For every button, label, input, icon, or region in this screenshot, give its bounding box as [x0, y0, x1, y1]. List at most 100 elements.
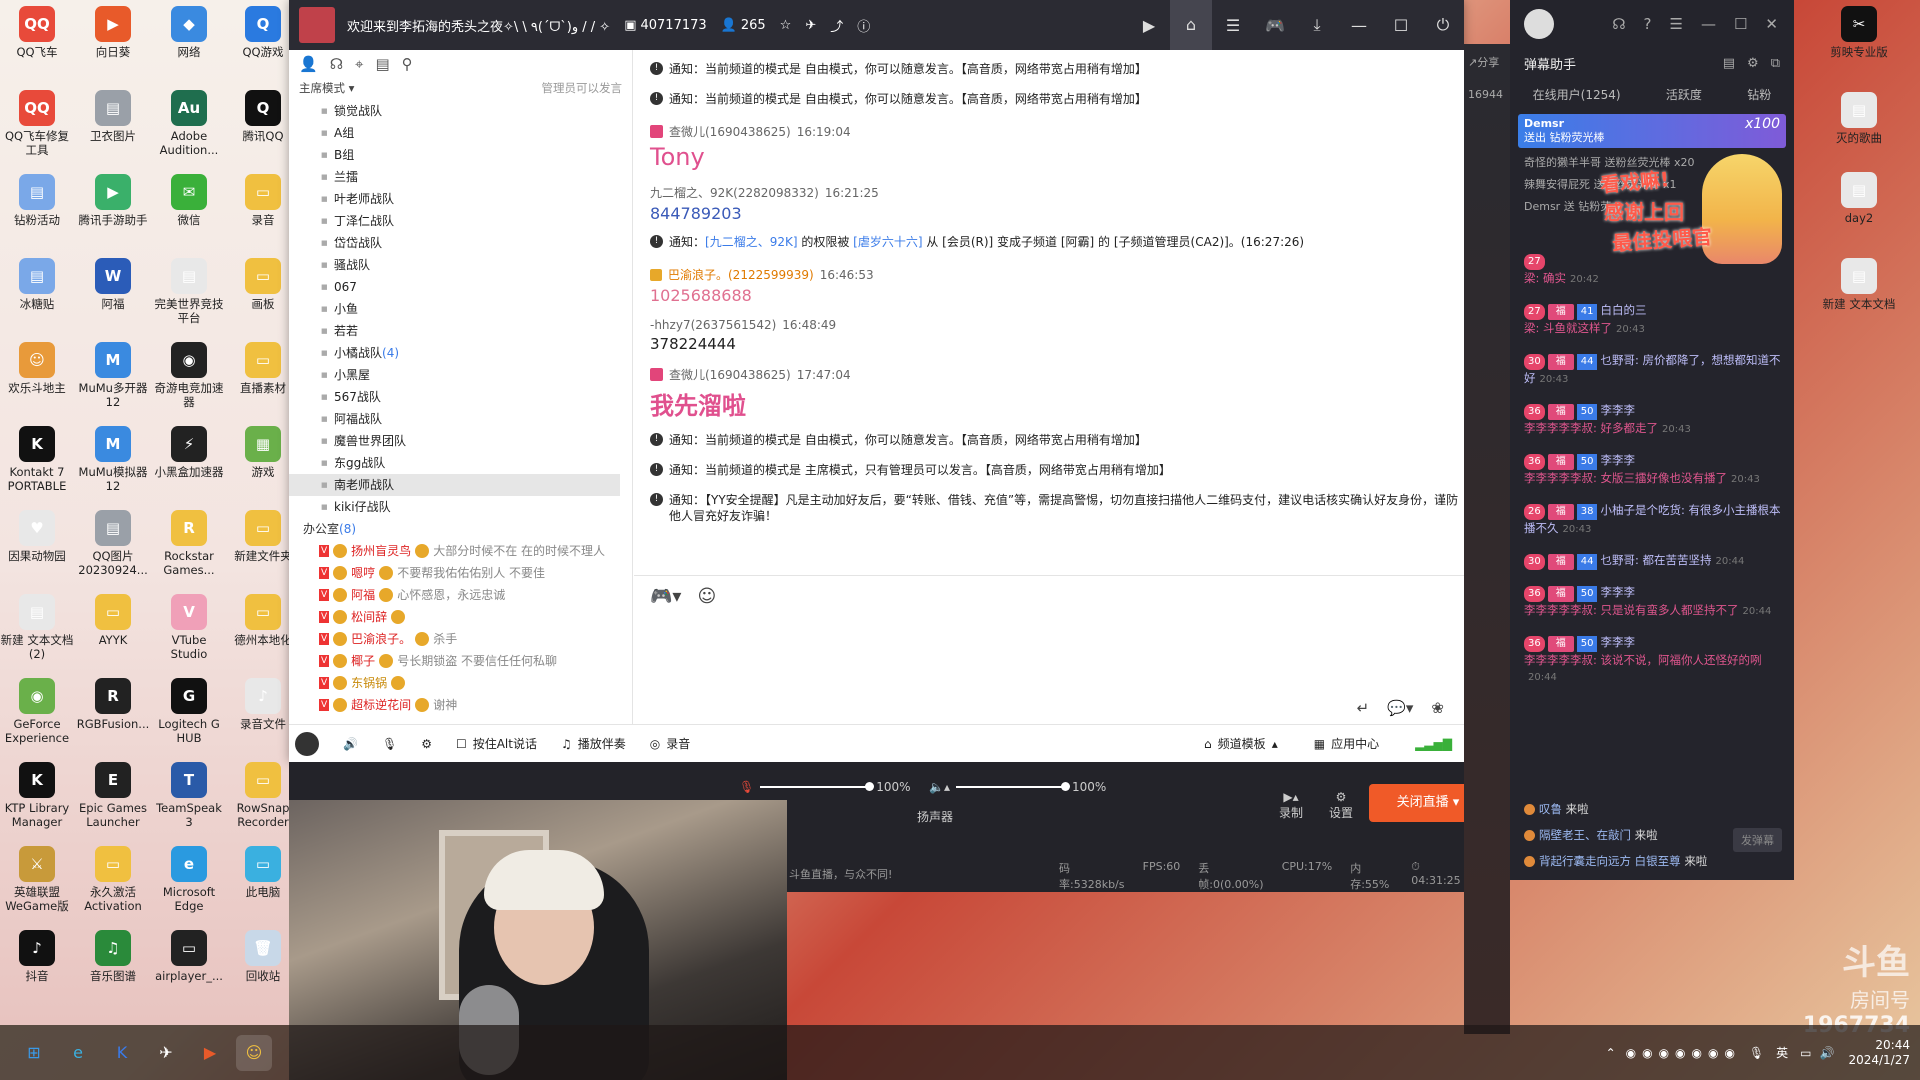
help-icon[interactable]: ? [1644, 15, 1652, 33]
channel-item[interactable]: 魔兽世界团队 [289, 430, 632, 452]
minimize-icon[interactable]: — [1701, 15, 1716, 33]
desktop-icon[interactable]: ⚔ 英雄联盟WeGame版 [0, 846, 74, 913]
desktop-icon[interactable]: ▤ 钻粉活动 [0, 174, 74, 227]
clock[interactable]: 20:44 2024/1/27 [1848, 1038, 1910, 1068]
yy-icon[interactable]: ☺ [236, 1034, 272, 1071]
desktop-icon[interactable]: T TeamSpeak 3 [152, 762, 226, 829]
record-button[interactable]: ◎ 录音 [650, 735, 691, 752]
desktop-icon[interactable]: ♥ 因果动物园 [0, 510, 74, 563]
channel-item[interactable]: kiki仔战队 [289, 496, 632, 518]
home-icon[interactable]: ⌂ [1170, 0, 1212, 50]
danmu-user[interactable]: 白白的三 [1600, 303, 1646, 317]
plane-icon[interactable]: ✈ [805, 18, 816, 33]
enter-user[interactable]: 背起行囊走向远方 白银至尊 [1539, 854, 1684, 868]
desktop-icon[interactable]: ◉ 奇游电竞加速器 [152, 342, 226, 409]
channel-item[interactable]: A组 [289, 122, 632, 144]
desktop-icon[interactable]: ◆ 网络 [152, 6, 226, 59]
user-item[interactable]: V 巴渝浪子。 杀手 [289, 628, 632, 650]
channel-item[interactable]: 骚战队 [289, 254, 632, 276]
channel-item[interactable]: 锁觉战队 [289, 100, 632, 122]
enter-icon[interactable]: ↵ [1357, 699, 1370, 717]
mic-volume-slider[interactable] [760, 782, 875, 791]
channel-item[interactable]: 南老师战队 [289, 474, 620, 496]
user-item[interactable]: V 阿福 心怀感恩，永远忠诚 [289, 584, 632, 606]
video-icon[interactable]: ▶ [1128, 16, 1170, 35]
close-icon[interactable]: ✕ [1765, 15, 1778, 33]
ime-indicator[interactable]: 英 [1776, 1044, 1788, 1061]
channel-item[interactable]: 小黑屋 [289, 364, 632, 386]
desktop-icon[interactable]: R Rockstar Games... [152, 510, 226, 577]
desktop-icon[interactable]: ✉ 微信 [152, 174, 226, 227]
volume-icon[interactable]: 🔊 [1820, 1046, 1835, 1060]
danmu-user[interactable]: 李李李 [1600, 453, 1635, 467]
desktop-icon[interactable]: G Logitech G HUB [152, 678, 226, 745]
app-center-button[interactable]: ▦ 应用中心 [1314, 735, 1379, 752]
download-icon[interactable]: ⤓ [1296, 15, 1338, 35]
danmu-avatar[interactable] [1524, 9, 1554, 39]
start-icon[interactable]: ⊞ [16, 1035, 52, 1071]
desktop-icon[interactable]: Au Adobe Audition... [152, 90, 226, 157]
danmu-user[interactable]: 李李李 [1600, 403, 1635, 417]
channel-item[interactable]: 567战队 [289, 386, 632, 408]
channel-item[interactable]: 岱岱战队 [289, 232, 632, 254]
danmu-tab[interactable]: 钻粉 [1747, 86, 1771, 103]
danmu-user[interactable]: 李李李 [1600, 585, 1635, 599]
info-icon[interactable]: ⓘ [857, 16, 870, 35]
desktop-icon[interactable]: ✂ 剪映专业版 [1822, 6, 1896, 59]
favorite-icon[interactable]: ☆ [780, 18, 792, 33]
tray-app-icons[interactable]: ◉◉◉◉◉◉◉ [1626, 1046, 1741, 1060]
channel-item[interactable]: B组 [289, 144, 632, 166]
mixer-icon[interactable]: ⚙ [421, 737, 432, 751]
emoji-gamepad-icon[interactable]: 🎮▾ [650, 586, 681, 607]
bubble-icon[interactable]: 💬▾ [1387, 699, 1413, 717]
minimize-icon[interactable]: — [1338, 16, 1380, 35]
desktop-icon[interactable]: ▤ day2 [1822, 172, 1896, 225]
desktop-icon[interactable]: K KTP Library Manager [0, 762, 74, 829]
maximize-icon[interactable]: ☐ [1380, 16, 1422, 35]
network-icon[interactable]: ▭ [1800, 1046, 1811, 1060]
edge-icon[interactable]: e [60, 1035, 96, 1071]
share-icon[interactable]: ⤴ [830, 16, 843, 35]
desktop-icon[interactable]: M MuMu多开器12 [76, 342, 150, 409]
send-danmu-button[interactable]: 发弹幕 [1733, 828, 1782, 852]
plane-icon[interactable]: ✈ [148, 1035, 184, 1071]
power-icon[interactable]: ⏻ [1422, 15, 1464, 35]
enter-user[interactable]: 叹鲁 [1539, 802, 1566, 816]
channel-item[interactable]: 叶老师战队 [289, 188, 632, 210]
desktop-icon[interactable]: ▭ airplayer_... [152, 930, 226, 983]
channel-item[interactable]: 若若 [289, 320, 632, 342]
desktop-icon[interactable]: QQ QQ飞车修复工具 [0, 90, 74, 157]
desktop-icon[interactable]: ⚡ 小黑盒加速器 [152, 426, 226, 479]
flower-icon[interactable]: ❀ [1431, 699, 1444, 717]
desktop-icon[interactable]: ▤ 新建 文本文档 (2) [0, 594, 74, 661]
headset-icon[interactable]: ☊ [1612, 15, 1625, 33]
member-icon[interactable]: 👤 [299, 55, 318, 73]
message-sender[interactable]: 查微儿(1690438625) [669, 123, 791, 140]
danmu-user[interactable]: 乜野哥: 都在苦苦坚持 [1600, 553, 1711, 567]
channel-item[interactable]: 小鱼 [289, 298, 632, 320]
desktop-icon[interactable]: ▤ 完美世界竞技平台 [152, 258, 226, 325]
desktop-icon[interactable]: ▤ 冰糖贴 [0, 258, 74, 311]
office-channel[interactable]: 办公室(8) [289, 518, 632, 540]
desktop-icon[interactable]: ▤ QQ图片20230924... [76, 510, 150, 577]
channel-item[interactable]: 小橘战队(4) [289, 342, 632, 364]
danmu-tab[interactable]: 在线用户(1254) [1533, 86, 1621, 103]
desktop-icon[interactable]: ♪ 抖音 [0, 930, 74, 983]
user-item[interactable]: V 嗯哼 不要帮我佑佑佑别人 不要佳 [289, 562, 632, 584]
location-icon[interactable]: ⌖ [355, 55, 363, 73]
desktop-icon[interactable]: K Kontakt 7 PORTABLE [0, 426, 74, 493]
mic-icon[interactable]: 🎙 [382, 737, 397, 751]
list-icon[interactable]: ☰ [1212, 16, 1254, 35]
mic-tray-icon[interactable]: 🎙 [1749, 1046, 1764, 1060]
channel-template-button[interactable]: ⌂ 频道模板 ▴ [1204, 735, 1278, 752]
chat-input[interactable]: 🎮▾ ☺ ↵ 💬▾ ❀ [634, 575, 1464, 725]
danmu-user[interactable]: 李李李 [1600, 635, 1635, 649]
play-accompany-button[interactable]: ♫ 播放伴奏 [561, 735, 626, 752]
search-icon[interactable]: ⚲ [402, 55, 413, 73]
speaker-volume-slider[interactable] [955, 782, 1070, 791]
desktop-icon[interactable]: E Epic Games Launcher [76, 762, 150, 829]
avatar-button[interactable] [295, 731, 319, 756]
speaker-volume[interactable]: 🔈▴ 100% [929, 780, 1106, 794]
channel-item[interactable]: 兰擂 [289, 166, 632, 188]
message-sender[interactable]: -hhzy7(2637561542) [650, 318, 776, 332]
